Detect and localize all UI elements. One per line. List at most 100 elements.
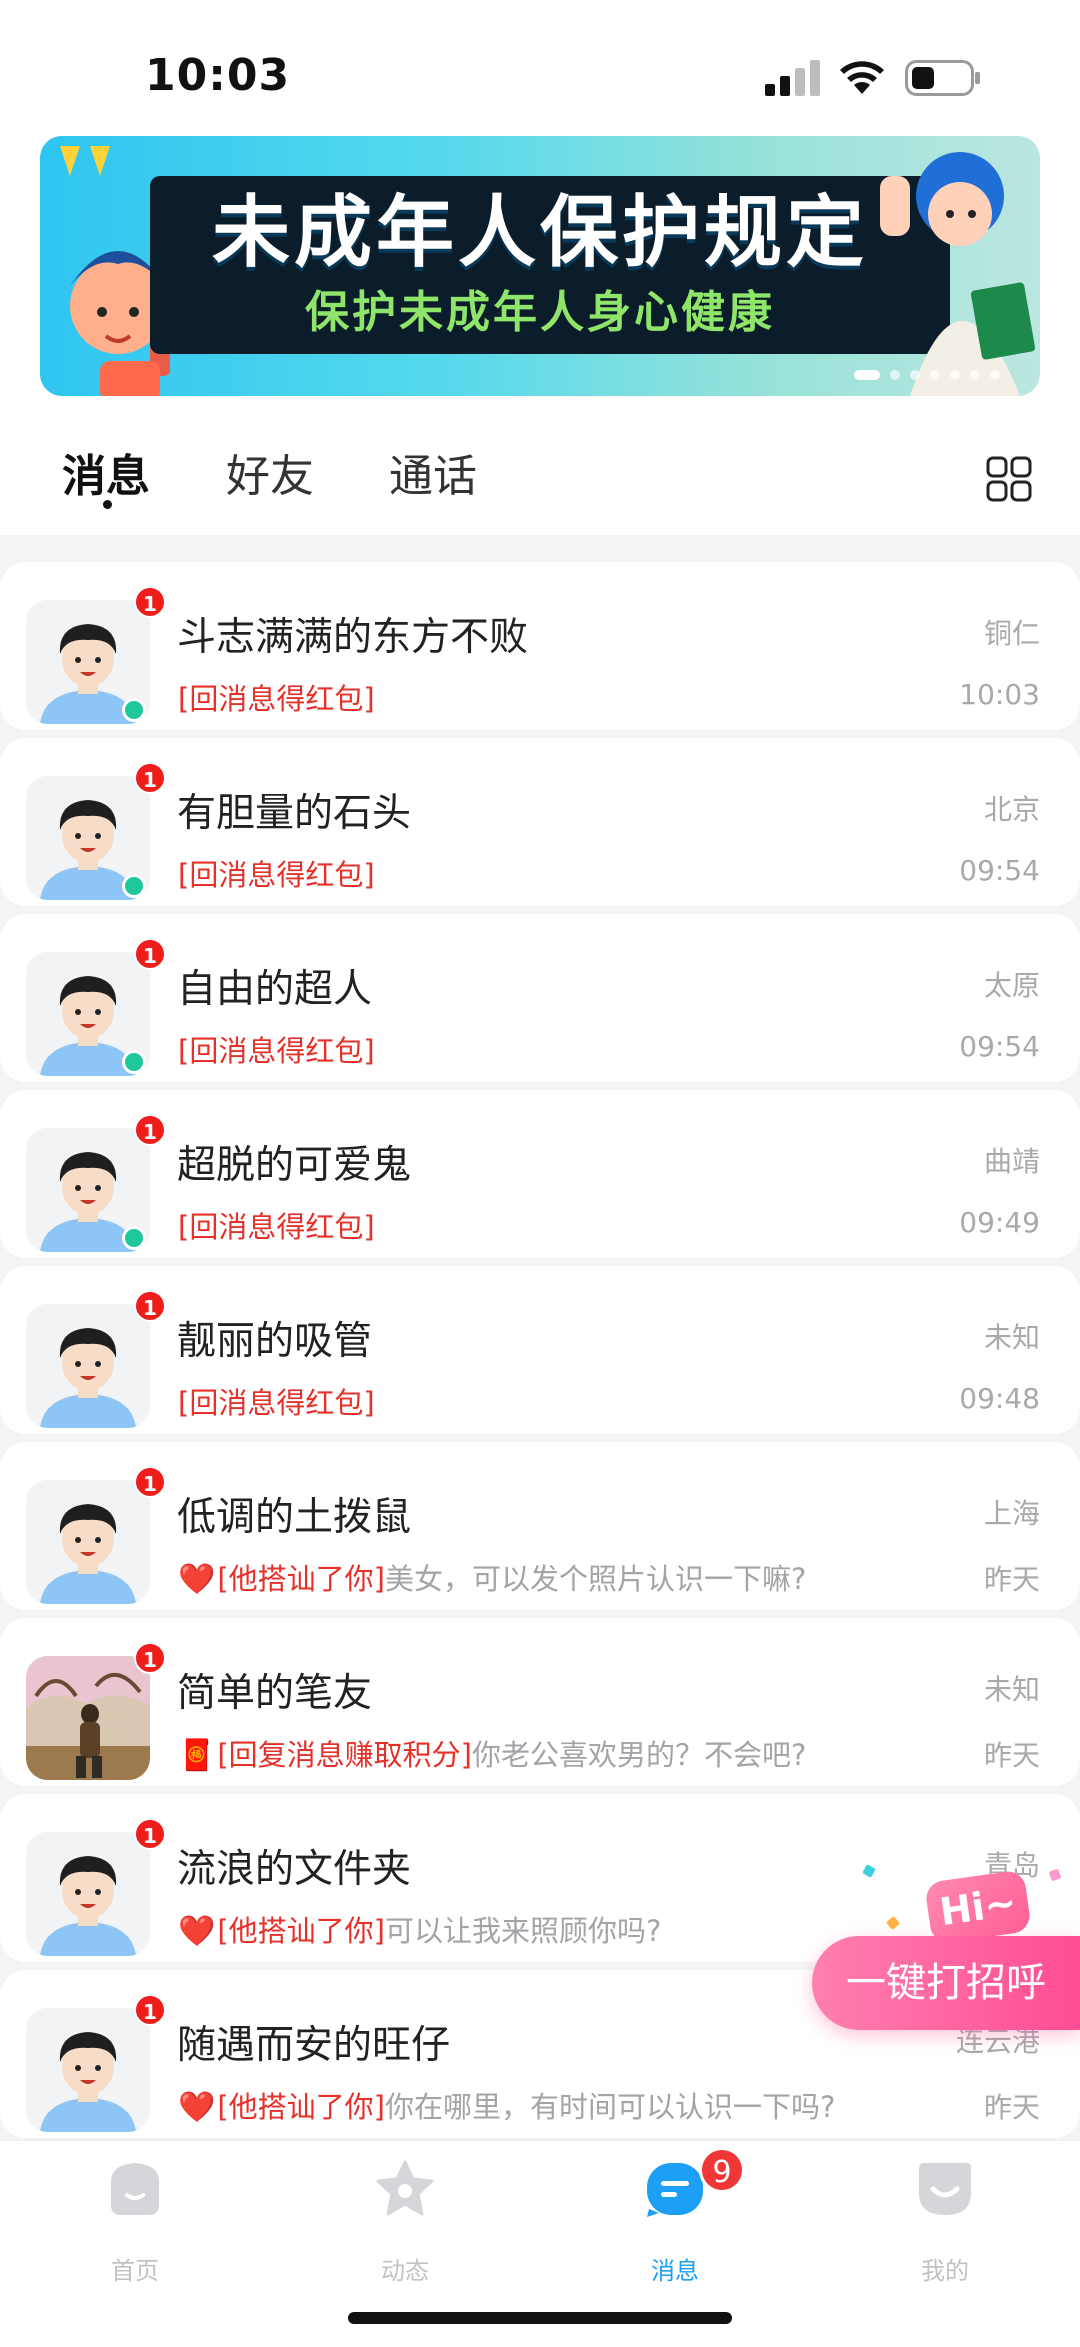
avatar[interactable] <box>26 2008 150 2132</box>
nav-unread-badge: 9 <box>699 2147 745 2193</box>
unread-badge: 1 <box>134 1994 166 2026</box>
online-indicator <box>122 1050 146 1074</box>
avatar[interactable] <box>26 1480 150 1604</box>
greet-hi-sticker: Hi~ <box>924 1869 1032 1945</box>
message-text: 美女，可以发个照片认识一下嘛? <box>385 1562 807 1596</box>
nav-label: 我的 <box>921 2257 969 2285</box>
unread-badge: 1 <box>134 1114 166 1146</box>
message-time: 昨天 <box>983 1563 1040 1596</box>
avatar-photo[interactable] <box>26 1656 150 1780</box>
message-tag: [回消息得红包] <box>178 682 375 716</box>
contact-location: 上海 <box>983 1497 1040 1530</box>
contact-name: 超脱的可爱鬼 <box>177 1143 412 1188</box>
contact-name: 自由的超人 <box>177 967 373 1012</box>
status-time: 10:03 <box>145 50 291 101</box>
banner-dot[interactable] <box>990 370 1000 380</box>
message-text: 可以让我来照顾你吗? <box>385 1914 662 1948</box>
nav-item-home[interactable]: 首页 <box>65 2159 205 2289</box>
message-preview: [回消息得红包] <box>178 1204 375 1246</box>
heart-icon: ❤️ <box>178 1562 216 1597</box>
cellular-signal-icon <box>765 60 820 96</box>
contact-name: 斗志满满的东方不败 <box>177 615 529 660</box>
battery-icon <box>905 60 980 96</box>
conversation-item[interactable]: 1 低调的土拨鼠 上海 ❤️[他搭讪了你]美女，可以发个照片认识一下嘛? 昨天 <box>0 1442 1080 1610</box>
quick-greet-button[interactable]: 一键打招呼 <box>812 1936 1080 2030</box>
contact-name: 靓丽的吸管 <box>177 1319 373 1364</box>
promo-banner[interactable]: 未成年人保护规定 保护未成年人身心健康 <box>40 136 1040 396</box>
contact-location: 曲靖 <box>983 1145 1040 1178</box>
message-icon <box>647 2163 703 2217</box>
avatar-cartoon-icon <box>26 1304 150 1428</box>
avatar-cartoon-icon <box>26 1480 150 1604</box>
grid-menu-icon[interactable] <box>986 456 1032 502</box>
avatar[interactable] <box>26 1832 150 1956</box>
banner-dot[interactable] <box>910 370 920 380</box>
nav-item-messages[interactable]: 9 消息 <box>605 2147 745 2289</box>
tab-friends[interactable]: 好友 <box>226 440 314 504</box>
message-preview: [回消息得红包] <box>178 1028 375 1070</box>
confetti-decoration <box>885 1915 901 1931</box>
contact-name: 随遇而安的旺仔 <box>177 2023 451 2068</box>
message-time: 昨天 <box>983 1739 1040 1772</box>
wifi-icon <box>840 61 884 94</box>
conversation-item[interactable]: 1 简单的笔友 未知 🧧[回复消息赚取积分]你老公喜欢男的？不会吧? 昨天 <box>0 1618 1080 1786</box>
message-tag: [回复消息赚取积分] <box>217 1738 472 1772</box>
contact-name: 低调的土拨鼠 <box>177 1495 412 1540</box>
message-tag: [回消息得红包] <box>178 1210 375 1244</box>
banner-dot[interactable] <box>950 370 960 380</box>
nav-label: 首页 <box>111 2257 159 2285</box>
home-icon <box>111 2163 159 2215</box>
quick-greet-widget[interactable]: Hi~ 一键打招呼 <box>808 1860 1080 2060</box>
online-indicator <box>122 698 146 722</box>
red-envelope-icon: 🧧 <box>178 1738 216 1773</box>
message-time: 09:49 <box>959 1206 1040 1239</box>
banner-dot[interactable] <box>970 370 980 380</box>
message-time: 10:03 <box>959 678 1040 711</box>
nav-item-moments[interactable]: 动态 <box>335 2159 475 2289</box>
contact-location: 太原 <box>983 969 1040 1002</box>
conversation-item[interactable]: 1 自由的超人 太原 [回消息得红包] 09:54 <box>0 914 1080 1082</box>
conversation-item[interactable]: 1 超脱的可爱鬼 曲靖 [回消息得红包] 09:49 <box>0 1090 1080 1258</box>
heart-icon: ❤️ <box>178 1914 216 1949</box>
confetti-decoration <box>1048 1868 1062 1882</box>
unread-badge: 1 <box>134 586 166 618</box>
message-preview: [回消息得红包] <box>178 1380 375 1422</box>
active-tab-indicator <box>103 500 112 509</box>
banner-dot[interactable] <box>930 370 940 380</box>
unread-badge: 1 <box>134 1818 166 1850</box>
conversation-item[interactable]: 1 斗志满满的东方不败 铜仁 [回消息得红包] 10:03 <box>0 562 1080 730</box>
message-preview: 🧧[回复消息赚取积分]你老公喜欢男的？不会吧? <box>178 1732 806 1774</box>
message-tag: [他搭讪了你] <box>217 2090 385 2124</box>
section-divider <box>0 535 1080 563</box>
message-preview: [回消息得红包] <box>178 676 375 718</box>
contact-location: 未知 <box>983 1673 1040 1706</box>
status-bar: 10:03 <box>0 0 1080 140</box>
message-preview: ❤️[他搭讪了你]美女，可以发个照片认识一下嘛? <box>178 1556 806 1598</box>
avatar[interactable] <box>26 1304 150 1428</box>
message-tabs: 消息 好友 通话 <box>0 410 1080 530</box>
cartoon-reader-illustration <box>880 152 1036 396</box>
profile-icon <box>919 2163 971 2215</box>
banner-pagination <box>854 370 1000 380</box>
contact-location: 铜仁 <box>983 617 1040 650</box>
banner-dot[interactable] <box>890 370 900 380</box>
online-indicator <box>122 874 146 898</box>
contact-name: 简单的笔友 <box>177 1671 373 1716</box>
message-preview: [回消息得红包] <box>178 852 375 894</box>
avatar-cartoon-icon <box>26 1832 150 1956</box>
tab-calls[interactable]: 通话 <box>389 440 477 504</box>
contact-location: 北京 <box>983 793 1040 826</box>
avatar-photo-image <box>26 1656 150 1780</box>
nav-item-profile[interactable]: 我的 <box>875 2159 1015 2289</box>
unread-badge: 1 <box>134 1466 166 1498</box>
nav-label: 动态 <box>381 2257 429 2285</box>
tab-messages[interactable]: 消息 <box>62 440 150 504</box>
banner-dot[interactable] <box>854 370 880 380</box>
conversation-item[interactable]: 1 有胆量的石头 北京 [回消息得红包] 09:54 <box>0 738 1080 906</box>
message-tag: [他搭讪了你] <box>217 1562 385 1596</box>
unread-badge: 1 <box>134 1642 166 1674</box>
unread-badge: 1 <box>134 1290 166 1322</box>
conversation-item[interactable]: 1 靓丽的吸管 未知 [回消息得红包] 09:48 <box>0 1266 1080 1434</box>
contact-name: 有胆量的石头 <box>177 791 412 836</box>
nav-label: 消息 <box>651 2257 699 2285</box>
